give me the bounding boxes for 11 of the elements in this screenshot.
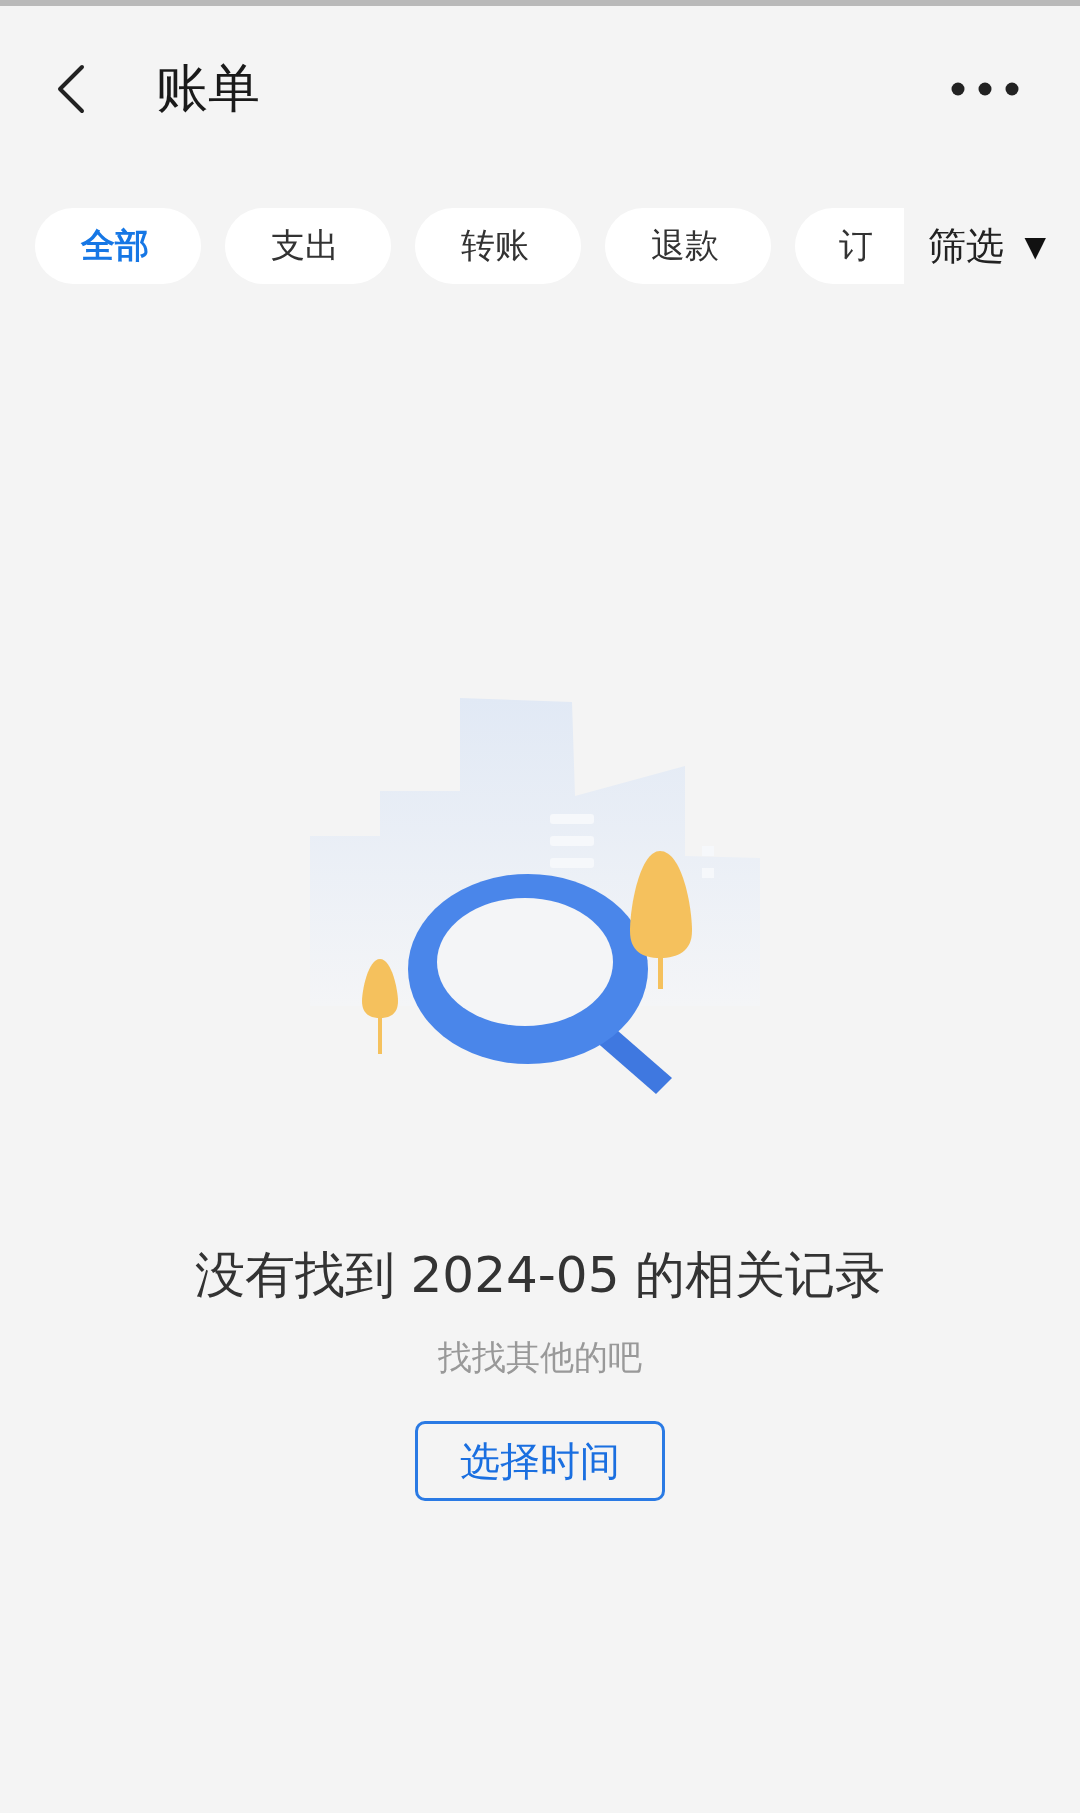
back-icon[interactable] xyxy=(56,64,86,114)
select-time-button[interactable]: 选择时间 xyxy=(415,1421,665,1501)
more-icon[interactable] xyxy=(950,81,1020,97)
filter-tab[interactable]: 订 xyxy=(795,208,905,284)
filter-tab[interactable]: 退款 xyxy=(605,208,771,284)
filter-tab[interactable]: 全部 xyxy=(35,208,201,284)
filter-tab[interactable]: 转账 xyxy=(415,208,581,284)
page-title: 账单 xyxy=(156,57,260,120)
empty-hint: 找找其他的吧 xyxy=(438,1336,642,1379)
filter-tab[interactable]: 支出 xyxy=(225,208,391,284)
empty-message: 没有找到 2024-05 的相关记录 xyxy=(194,1245,886,1306)
